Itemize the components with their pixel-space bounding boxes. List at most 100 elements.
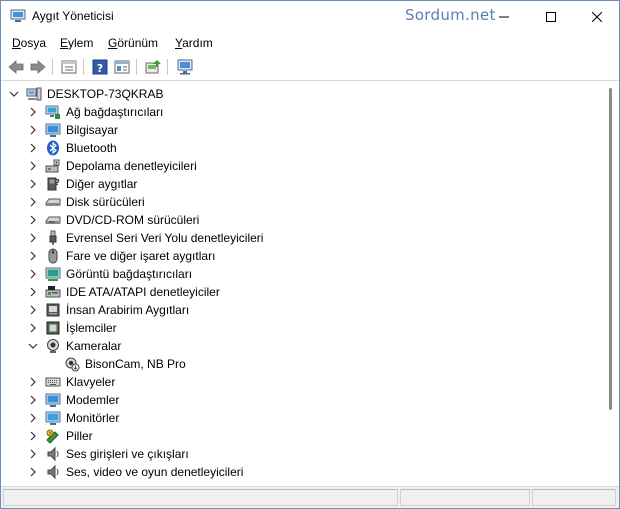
window-title: Aygıt Yöneticisi [32, 9, 114, 23]
tree-item-other-devices[interactable]: ? Diğer aygıtlar [1, 175, 601, 193]
menu-yardim-label: ardım [182, 36, 213, 50]
expand-icon[interactable] [27, 232, 39, 244]
tree-item-network-adapters[interactable]: Ağ bağdaştırıcıları [1, 103, 601, 121]
tree-item-bluetooth[interactable]: Bluetooth [1, 139, 601, 157]
device-manager-icon [10, 9, 26, 23]
expand-icon[interactable] [27, 250, 39, 262]
collapse-icon[interactable] [8, 88, 20, 100]
tree-root-label: DESKTOP-73QKRAB [47, 87, 164, 101]
ide-controller-icon [45, 284, 61, 300]
expand-icon[interactable] [27, 322, 39, 334]
tree-item-ide-controllers[interactable]: IDE ATA/ATAPI denetleyiciler [1, 283, 601, 301]
tree-item-hid[interactable]: İnsan Arabirim Aygıtları [1, 301, 601, 319]
tree-item-dvd-drives[interactable]: DVD/CD-ROM sürücüleri [1, 211, 601, 229]
keyboard-icon [45, 374, 61, 390]
expand-icon[interactable] [27, 304, 39, 316]
status-pane-main [3, 489, 398, 506]
tree-item-keyboards[interactable]: Klavyeler [1, 373, 601, 391]
tree-item-processors[interactable]: İşlemciler [1, 319, 601, 337]
svg-text:?: ? [97, 62, 103, 75]
properties-icon[interactable] [60, 58, 78, 76]
tree-item-label: İnsan Arabirim Aygıtları [66, 303, 190, 317]
tree-item-label: Depolama denetleyicileri [66, 159, 197, 173]
tree-item-label: Görüntü bağdaştırıcıları [66, 267, 193, 281]
menu-dosya[interactable]: Dosya [12, 36, 46, 50]
expand-icon[interactable] [27, 412, 39, 424]
tree-item-bisoncam[interactable]: BisonCam, NB Pro [1, 355, 601, 373]
menu-gorunum[interactable]: Görünüm [108, 36, 158, 50]
update-driver-icon[interactable] [144, 58, 162, 76]
expand-icon[interactable] [27, 376, 39, 388]
scan-hardware-icon[interactable] [176, 58, 194, 76]
tree-item-label: Ağ bağdaştırıcıları [66, 105, 164, 119]
tree-item-disk-drives[interactable]: Disk sürücüleri [1, 193, 601, 211]
tree-item-monitors[interactable]: Monitörler [1, 409, 601, 427]
expand-icon[interactable] [27, 196, 39, 208]
processor-icon [45, 320, 61, 336]
tree-item-label: Bluetooth [66, 141, 117, 155]
menu-dosya-label: osya [20, 36, 47, 50]
camera-icon [45, 338, 61, 354]
device-manager-window: Aygıt Yöneticisi Sordum.net Dosya Eylem … [0, 0, 620, 509]
collapse-icon[interactable] [27, 340, 39, 352]
menu-eylem-accel: E [60, 36, 69, 50]
maximize-icon [546, 11, 556, 22]
tree-item-batteries[interactable]: Piller [1, 427, 601, 445]
monitor-icon [45, 122, 61, 138]
tree-item-label: Modemler [66, 393, 120, 407]
vertical-scrollbar[interactable] [603, 82, 619, 486]
title-bar: Aygıt Yöneticisi Sordum.net [1, 1, 619, 32]
mouse-icon [45, 248, 61, 264]
network-adapter-icon [45, 104, 61, 120]
help-icon[interactable]: ? [91, 58, 109, 76]
expand-icon[interactable] [27, 124, 39, 136]
expand-icon[interactable] [27, 268, 39, 280]
tree-item-sound-video-game[interactable]: Ses, video ve oyun denetleyicileri [1, 463, 601, 481]
menu-eylem[interactable]: Eylem [60, 36, 93, 50]
tree-item-computer[interactable]: Bilgisayar [1, 121, 601, 139]
expand-icon[interactable] [27, 394, 39, 406]
expand-icon[interactable] [27, 286, 39, 298]
expand-icon[interactable] [27, 178, 39, 190]
tree-item-display-adapters[interactable]: Görüntü bağdaştırıcıları [1, 265, 601, 283]
tree-item-label: Diğer aygıtlar [66, 177, 138, 191]
tree-root[interactable]: DESKTOP-73QKRAB [1, 85, 601, 103]
tree-item-cameras[interactable]: Kameralar [1, 337, 601, 355]
dvd-drive-icon [45, 212, 61, 228]
back-icon[interactable] [7, 58, 25, 76]
maximize-button[interactable] [528, 1, 574, 32]
menu-yardim[interactable]: Yardım [175, 36, 213, 50]
tree-item-label: Ses girişleri ve çıkışları [66, 447, 189, 461]
status-pane-right [532, 489, 616, 506]
unknown-device-icon: ? [45, 176, 61, 192]
minimize-button[interactable] [481, 1, 527, 32]
tree-item-label: Piller [66, 429, 93, 443]
scrollbar-thumb[interactable] [609, 88, 612, 410]
tree-item-audio-io[interactable]: Ses girişleri ve çıkışları [1, 445, 601, 463]
storage-controller-icon [45, 158, 61, 174]
expand-icon[interactable] [27, 142, 39, 154]
tree-item-label: İşlemciler [66, 321, 117, 335]
modem-icon [45, 392, 61, 408]
tree-item-label: Bilgisayar [66, 123, 119, 137]
monitor-icon [45, 410, 61, 426]
device-tree: DESKTOP-73QKRAB Ağ bağdaştırıcıları Bilg… [1, 82, 603, 486]
close-button[interactable] [574, 1, 620, 32]
tree-item-usb-controllers[interactable]: Evrensel Seri Veri Yolu denetleyicileri [1, 229, 601, 247]
tree-item-storage-controllers[interactable]: Depolama denetleyicileri [1, 157, 601, 175]
toolbar-separator [167, 59, 168, 75]
tree-item-modems[interactable]: Modemler [1, 391, 601, 409]
expand-icon[interactable] [27, 160, 39, 172]
expand-icon[interactable] [27, 106, 39, 118]
expand-icon[interactable] [27, 214, 39, 226]
forward-icon[interactable] [29, 58, 47, 76]
menu-bar: Dosya Eylem Görünüm Yardım [1, 32, 619, 54]
tree-item-label: Disk sürücüleri [66, 195, 145, 209]
minimize-icon [499, 16, 509, 17]
status-pane-middle [400, 489, 530, 506]
tree-item-mice[interactable]: Fare ve diğer işaret aygıtları [1, 247, 601, 265]
expand-icon[interactable] [27, 466, 39, 478]
expand-icon[interactable] [27, 430, 39, 442]
expand-icon[interactable] [27, 448, 39, 460]
console-icon[interactable] [113, 58, 131, 76]
